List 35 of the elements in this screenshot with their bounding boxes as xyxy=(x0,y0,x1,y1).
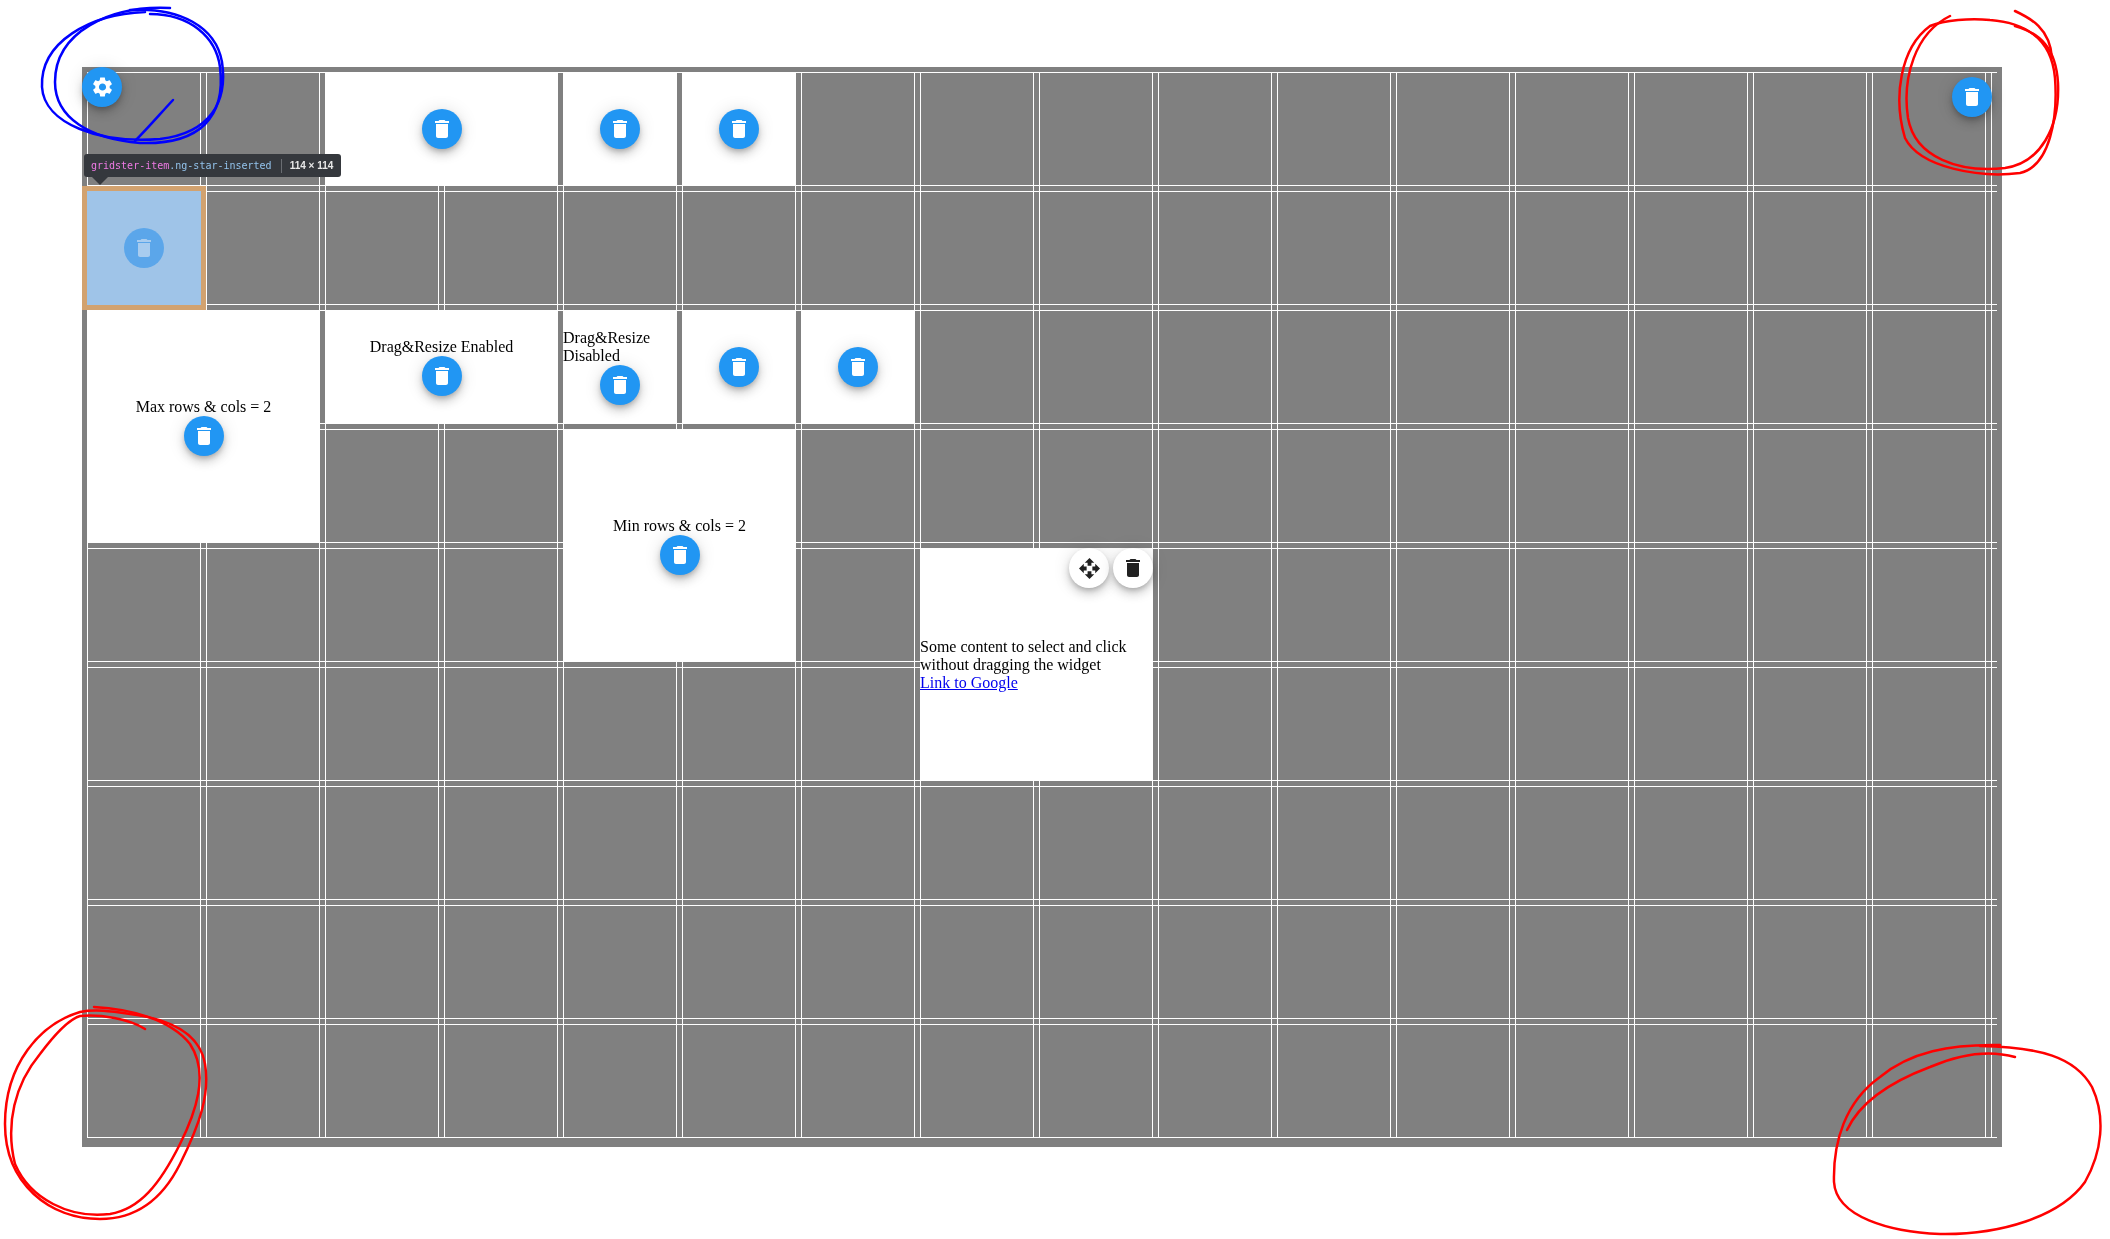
trash-icon xyxy=(434,120,449,138)
element-size-label: 114 × 114 xyxy=(289,160,334,171)
delete-button[interactable] xyxy=(1113,548,1153,588)
move-button[interactable] xyxy=(1069,548,1109,588)
trash-icon xyxy=(613,120,627,138)
grid-item[interactable] xyxy=(563,72,677,186)
trash-icon xyxy=(732,120,746,138)
grid-item[interactable]: Max rows & cols = 2 xyxy=(87,310,320,543)
trash-icon xyxy=(672,545,687,564)
trash-icon xyxy=(1965,88,1979,106)
item-label: Min rows & cols = 2 xyxy=(613,516,746,535)
grid-item[interactable] xyxy=(801,310,915,424)
element-class-label: .ng-star-inserted xyxy=(169,160,272,171)
grid-item[interactable]: Some content to select and click without dragging the widget Link to Google xyxy=(920,548,1153,781)
trash-icon xyxy=(434,367,449,385)
trash-icon xyxy=(137,239,151,257)
trash-icon xyxy=(851,358,865,376)
settings-icon xyxy=(92,77,112,97)
settings-button[interactable] xyxy=(82,67,122,107)
trash-icon xyxy=(196,426,211,445)
grid-item[interactable]: Drag&Resize Disabled xyxy=(563,310,677,424)
element-tag-label: gridster-item xyxy=(91,160,170,171)
grid-item[interactable] xyxy=(682,310,796,424)
four-arrows-icon xyxy=(1078,557,1100,579)
grid-item[interactable]: Drag&Resize Enabled xyxy=(325,310,558,424)
link[interactable]: Link to Google xyxy=(920,673,1018,691)
trash-icon xyxy=(732,358,746,376)
grid-item[interactable] xyxy=(682,72,796,186)
widget-description: Some content to select and click without dragging the widget Link to Google xyxy=(920,637,1128,692)
trash-icon xyxy=(1126,559,1140,577)
item-label: Drag&Resize Disabled xyxy=(563,329,652,365)
grid-item[interactable]: Min rows & cols = 2 xyxy=(563,429,796,662)
item-label: Max rows & cols = 2 xyxy=(135,397,272,416)
item-label: Drag&Resize Enabled xyxy=(369,338,514,356)
trash-icon xyxy=(613,376,627,394)
